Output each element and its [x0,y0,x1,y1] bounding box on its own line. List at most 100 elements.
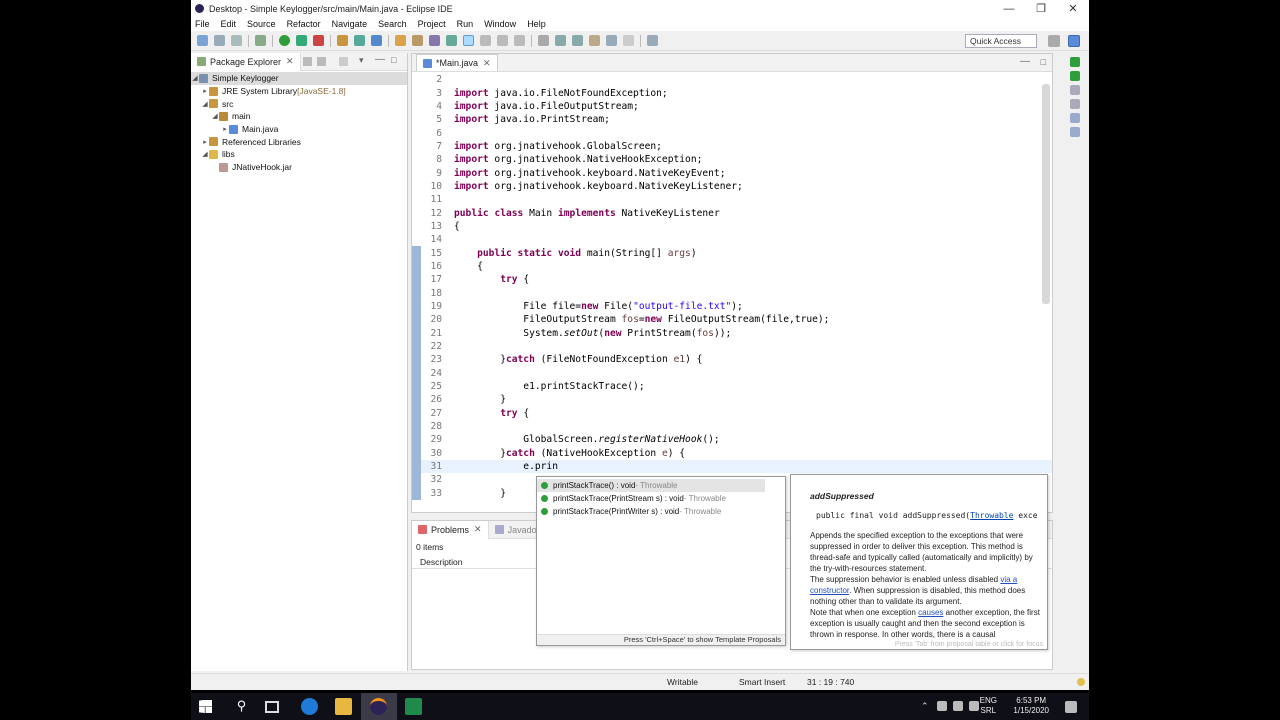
declaration-icon[interactable] [1070,127,1080,137]
open-type-icon[interactable] [395,35,406,46]
proposal-item[interactable]: printStackTrace() : void - Throwable [537,479,765,492]
mark-occurrences-icon[interactable] [446,35,457,46]
tree-item-jre[interactable]: ▸ JRE System Library [JavaSE-1.8] [191,85,407,98]
chevron-down-icon[interactable]: ▾ [359,55,364,66]
save-icon[interactable] [214,35,225,46]
chevron-down-icon[interactable]: ◢ [191,74,199,82]
tab-main-java[interactable]: *Main.java ✕ [416,54,498,71]
chevron-right-icon[interactable]: ▸ [221,125,229,133]
chevron-down-icon[interactable]: ◢ [201,150,209,158]
start-icon[interactable] [199,700,212,713]
code-line[interactable]: 25 e1.printStackTrace(); [412,379,1052,394]
hierarchy-icon[interactable] [1070,85,1080,95]
code-line[interactable]: 3 import java.io.FileNotFoundException; [412,86,1052,99]
code-line[interactable]: 28 [412,419,1052,434]
close-icon[interactable]: ✕ [483,58,491,69]
chevron-down-icon[interactable]: ◢ [201,100,209,108]
collapse-all-icon[interactable] [303,57,312,66]
chevron-right-icon[interactable]: ▸ [201,138,209,146]
javadoc-popup[interactable]: addSuppressed public final void addSuppr… [790,474,1048,650]
code-area[interactable]: 2 3 import java.io.FileNotFoundException; 4… [412,73,1052,503]
code-line[interactable]: 30 }catch (NativeHookException e) { [412,446,1052,460]
edge-icon[interactable] [301,698,318,715]
new-icon[interactable] [197,35,208,46]
menu-edit[interactable]: Edit [221,19,237,29]
chevron-up-icon[interactable]: ⌃ [921,701,931,711]
maximize-view-icon[interactable]: □ [1041,57,1046,67]
open-perspective-icon[interactable] [1048,35,1060,47]
chevron-down-icon[interactable]: ◢ [211,112,219,120]
notification-icon[interactable] [1077,678,1085,686]
code-line[interactable]: 22 [412,339,1052,354]
code-line[interactable]: 23 }catch (FileNotFoundException e1) { [412,353,1052,367]
editor-scrollbar-thumb[interactable] [1042,84,1050,304]
menu-navigate[interactable]: Navigate [332,19,368,29]
menu-file[interactable]: File [195,19,210,29]
code-line[interactable]: 27 try { [412,406,1052,420]
code-line[interactable]: 11 [412,193,1052,206]
code-line[interactable]: 13 { [412,220,1052,233]
link-with-editor-icon[interactable] [317,57,326,66]
tree-item-main-java[interactable]: ▸ Main.java [191,123,407,136]
code-line[interactable]: 10 import org.jnativehook.keyboard.Native… [412,180,1052,193]
menu-project[interactable]: Project [418,19,446,29]
camtasia-icon[interactable] [405,698,422,715]
console-icon[interactable] [1070,99,1080,109]
menu-help[interactable]: Help [527,19,546,29]
search-icon[interactable] [429,35,440,46]
code-line[interactable]: 8 import org.jnativehook.NativeHookExcept… [412,153,1052,166]
code-line[interactable]: 16 { [412,259,1052,274]
block-selection-icon[interactable] [480,35,491,46]
close-icon[interactable]: ✕ [286,56,294,67]
notification-center-icon[interactable] [1065,701,1077,713]
usb-icon[interactable] [937,701,947,711]
tree-item-main-package[interactable]: ◢ main [191,110,407,123]
quick-access-input[interactable]: Quick Access [965,34,1037,48]
java-perspective-icon[interactable] [1068,35,1080,47]
code-line[interactable]: 31 e.prin [412,459,1052,474]
last-edit-icon[interactable] [589,35,600,46]
task-list-icon[interactable] [1070,71,1080,81]
next-annotation-icon[interactable] [555,35,566,46]
whitespace-icon[interactable] [497,35,508,46]
file-explorer-icon[interactable] [335,698,352,715]
tree-item-jar[interactable]: JNativeHook.jar [191,161,407,174]
new-package-icon[interactable] [354,35,365,46]
code-line[interactable]: 5 import java.io.PrintStream; [412,113,1052,126]
task-view-icon[interactable] [265,701,279,713]
volume-icon[interactable] [969,701,979,711]
close-button[interactable]: ✕ [1057,2,1089,15]
code-line[interactable]: 21 System.setOut(new PrintStream(fos)); [412,326,1052,340]
causes-link[interactable]: causes [918,608,943,617]
code-line[interactable]: 14 [412,233,1052,246]
code-line[interactable]: 19 File file=new File("output-file.txt")… [412,299,1052,314]
code-line[interactable]: 9 import org.jnativehook.keyboard.NativeK… [412,166,1052,179]
debug-icon[interactable] [255,35,266,46]
minimize-button[interactable]: — [993,3,1025,15]
code-line[interactable]: 7 import org.jnativehook.GlobalScreen; [412,140,1052,153]
tree-item-referenced-libraries[interactable]: ▸ Referenced Libraries [191,135,407,148]
search-view-icon[interactable] [1070,113,1080,123]
code-line[interactable]: 12 public class Main implements NativeKey… [412,206,1052,219]
external-tools-icon[interactable] [313,35,324,46]
tree-item-libs[interactable]: ◢ libs [191,148,407,161]
code-line[interactable]: 2 [412,73,1052,86]
code-line[interactable]: 6 [412,126,1052,139]
tree-item-project[interactable]: ◢ Simple Keylogger [191,72,407,85]
view-menu-icon[interactable] [339,57,348,66]
code-line[interactable]: 29 GlobalScreen.registerNativeHook(); [412,433,1052,447]
tab-problems[interactable]: Problems ✕ [412,520,489,539]
new-class-icon[interactable] [371,35,382,46]
open-perspective-link-icon[interactable] [647,35,658,46]
menu-source[interactable]: Source [247,19,276,29]
minimize-view-icon[interactable]: — [1020,56,1030,67]
code-line[interactable]: 15 public static void main(String[] args… [412,246,1052,260]
previous-annotation-icon[interactable] [572,35,583,46]
code-line[interactable]: 18 [412,286,1052,300]
minimize-view-icon[interactable]: — [375,54,385,65]
clock[interactable]: 6:53 PM 1/15/2020 [1013,696,1049,716]
menu-run[interactable]: Run [457,19,474,29]
code-line[interactable]: 24 [412,366,1052,380]
language-indicator[interactable]: ENG SRL [980,696,997,716]
open-task-icon[interactable] [412,35,423,46]
